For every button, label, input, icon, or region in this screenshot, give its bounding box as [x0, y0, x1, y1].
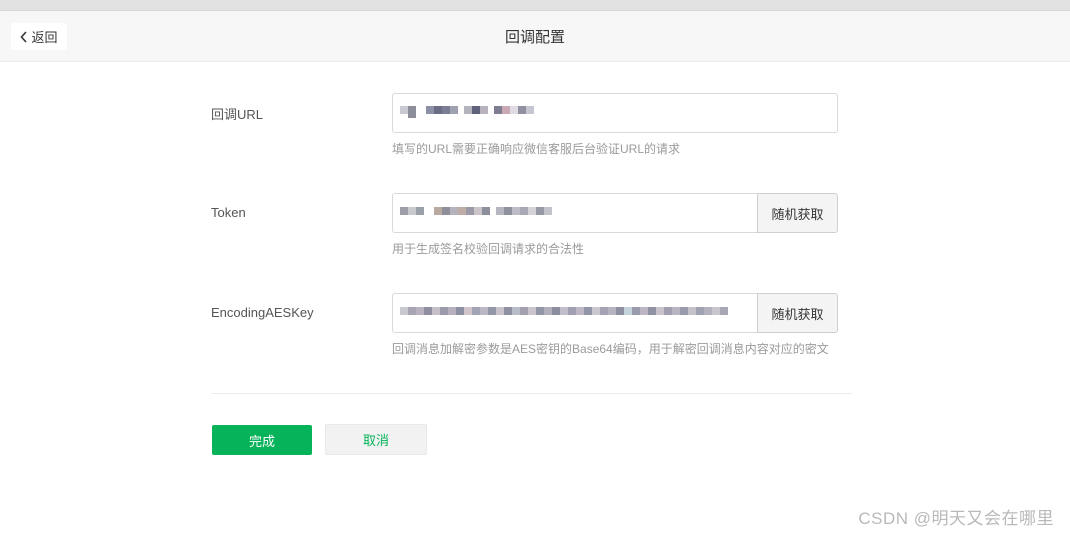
masked-value: [400, 106, 534, 118]
url-input[interactable]: [392, 93, 838, 133]
page-title: 回调配置: [504, 29, 565, 46]
masked-value: [400, 207, 552, 215]
confirm-button[interactable]: 完成: [212, 425, 312, 455]
page-header: 返回 回调配置: [0, 11, 1070, 62]
token-input[interactable]: [392, 193, 758, 233]
watermark: CSDN @明天又会在哪里: [858, 509, 1054, 528]
url-label: 回调URL: [211, 107, 264, 122]
cancel-button[interactable]: 取消: [325, 424, 427, 455]
token-label: Token: [211, 205, 246, 220]
url-hint: 填写的URL需要正确响应微信客服后台验证URL的请求: [392, 142, 681, 156]
divider: [211, 393, 852, 394]
random-aes-key-button[interactable]: 随机获取: [757, 293, 838, 333]
aes-key-input[interactable]: [392, 293, 758, 333]
aes-key-label: EncodingAESKey: [211, 305, 314, 320]
masked-value: [400, 307, 728, 315]
aes-key-hint: 回调消息加解密参数是AES密钥的Base64编码，用于解密回调消息内容对应的密文: [392, 342, 829, 356]
random-token-button[interactable]: 随机获取: [757, 193, 838, 233]
window-top-strip: [0, 0, 1070, 11]
token-hint: 用于生成签名校验回调请求的合法性: [392, 242, 585, 256]
